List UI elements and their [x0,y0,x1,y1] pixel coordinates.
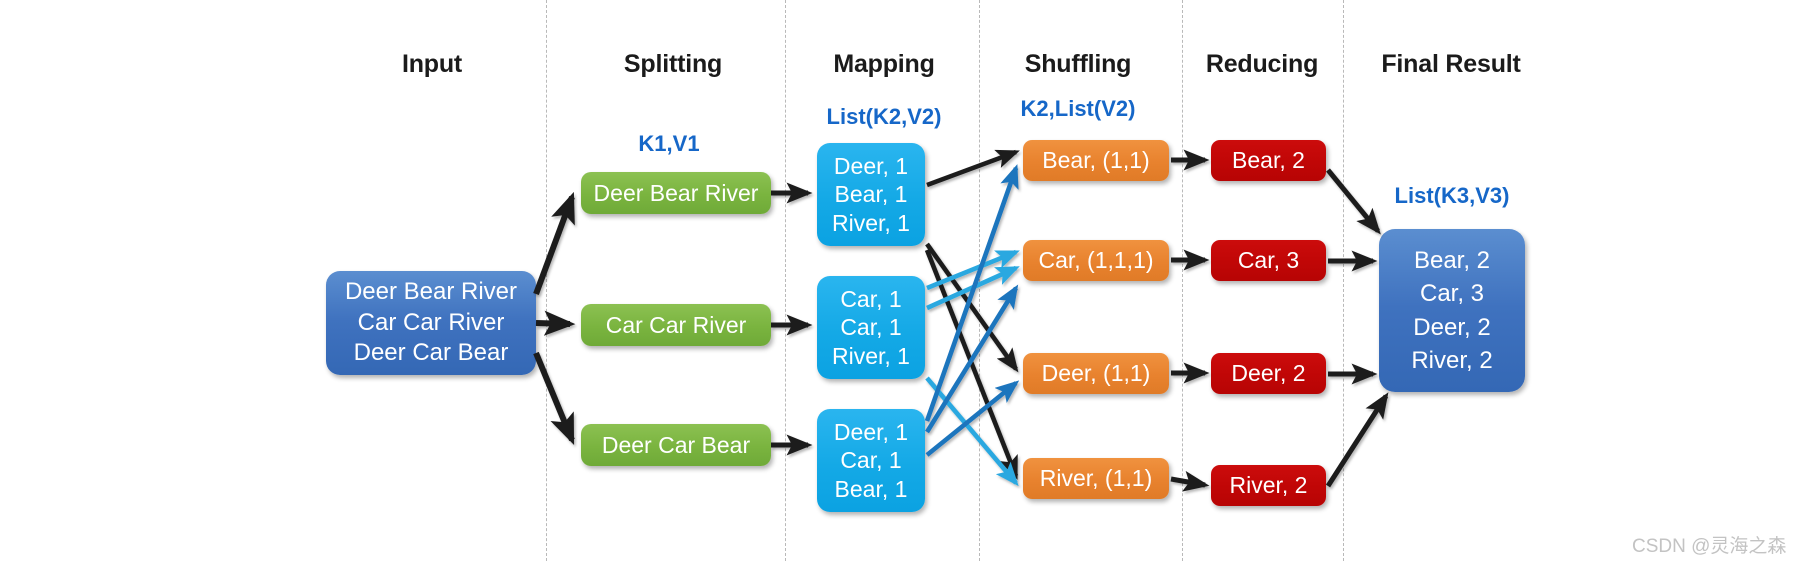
column-header-reducing: Reducing [1205,50,1319,78]
shuffle-box-car[interactable]: Car, (1,1,1) [1023,240,1169,281]
shuffle-box-river-label: River, (1,1) [1039,465,1153,492]
reduce-box-bear[interactable]: Bear, 2 [1211,140,1326,181]
input-line-1: Deer Bear River [344,277,518,305]
final-result-line-1: Bear, 2 [1413,247,1491,275]
final-result-line-4: River, 2 [1411,346,1493,374]
final-result-line-3: Deer, 2 [1413,313,1491,341]
arrow-map1-to-river [924,249,1019,480]
split-box-1-label: Deer Bear River [593,179,759,206]
reduce-box-bear-label: Bear, 2 [1232,147,1305,174]
map-box-1-line-1: Deer, 1 [833,153,909,180]
arrow-map1-to-deer [925,242,1019,373]
arrow-input-to-split-3 [533,351,575,445]
arrow-map1-to-bear [926,149,1020,188]
map-box-3-line-2: Car, 1 [840,447,902,474]
column-sublabel-k1v1: K1,V1 [638,131,700,156]
shuffle-box-deer[interactable]: Deer, (1,1) [1023,353,1169,394]
arrow-map3-to-car [925,284,1019,434]
reduce-box-river-label: River, 2 [1229,472,1308,499]
column-divider-2 [785,0,786,561]
arrow-reduce-to-final-river [1325,392,1389,488]
final-result-box[interactable]: Bear, 2 Car, 3 Deer, 2 River, 2 [1379,229,1525,392]
arrow-input-to-split-1 [533,191,575,296]
arrow-map2-to-river [925,376,1019,487]
column-divider-1 [546,0,547,561]
arrow-map3-to-bear [924,164,1019,422]
shuffle-box-bear-label: Bear, (1,1) [1042,147,1150,174]
column-divider-5 [1343,0,1344,561]
reduce-box-river[interactable]: River, 2 [1211,465,1326,506]
map-box-3[interactable]: Deer, 1 Car, 1 Bear, 1 [817,409,925,512]
map-box-1[interactable]: Deer, 1 Bear, 1 River, 1 [817,143,925,246]
map-box-1-line-2: Bear, 1 [834,181,908,208]
input-box[interactable]: Deer Bear River Car Car River Deer Car B… [326,271,536,375]
column-header-splitting: Splitting [623,50,723,78]
column-sublabel-list-k3v3: List(K3,V3) [1394,183,1510,208]
reduce-box-car[interactable]: Car, 3 [1211,240,1326,281]
arrow-shuffle-to-reduce-river [1170,470,1210,492]
column-divider-4 [1182,0,1183,561]
input-line-2: Car Car River [357,308,505,336]
map-box-2-line-1: Car, 1 [840,286,902,313]
column-divider-3 [979,0,980,561]
split-box-2[interactable]: Car Car River [581,304,771,346]
shuffle-box-river[interactable]: River, (1,1) [1023,458,1169,499]
arrow-reduce-to-final-bear [1326,168,1381,235]
split-box-3-label: Deer Car Bear [601,431,751,458]
column-header-input: Input [401,50,463,78]
shuffle-box-car-label: Car, (1,1,1) [1038,247,1154,274]
split-box-2-label: Car Car River [605,311,747,338]
map-box-2-line-3: River, 1 [832,342,910,369]
arrow-map2-to-car-b [926,265,1020,311]
column-sublabel-list-k2v2: List(K2,V2) [826,104,942,129]
map-box-3-line-3: Bear, 1 [834,475,908,502]
split-box-1[interactable]: Deer Bear River [581,172,771,214]
reduce-box-deer[interactable]: Deer, 2 [1211,353,1326,394]
arrow-map2-to-car-a [926,249,1020,291]
shuffle-box-deer-label: Deer, (1,1) [1041,360,1151,387]
reduce-box-deer-label: Deer, 2 [1231,360,1306,387]
column-header-shuffling: Shuffling [1024,50,1132,78]
input-line-3: Deer Car Bear [353,339,509,367]
split-box-3[interactable]: Deer Car Bear [581,424,771,466]
map-box-2[interactable]: Car, 1 Car, 1 River, 1 [817,276,925,379]
column-header-final-result: Final Result [1381,50,1521,78]
watermark: CSDN @灵海之森 [1632,536,1787,557]
map-box-3-line-1: Deer, 1 [833,419,909,446]
column-header-mapping: Mapping [833,50,935,78]
reduce-box-car-label: Car, 3 [1237,247,1300,274]
map-box-1-line-3: River, 1 [832,209,910,236]
shuffle-box-bear[interactable]: Bear, (1,1) [1023,140,1169,181]
arrow-input-to-split-2 [535,310,576,336]
final-result-line-2: Car, 3 [1419,280,1485,308]
column-sublabel-k2-list-v2: K2,List(V2) [1020,96,1136,121]
map-box-2-line-2: Car, 1 [840,314,902,341]
arrow-map3-to-deer [925,380,1020,457]
diagram-canvas: Input Splitting Mapping Shuffling Reduci… [0,0,1801,561]
